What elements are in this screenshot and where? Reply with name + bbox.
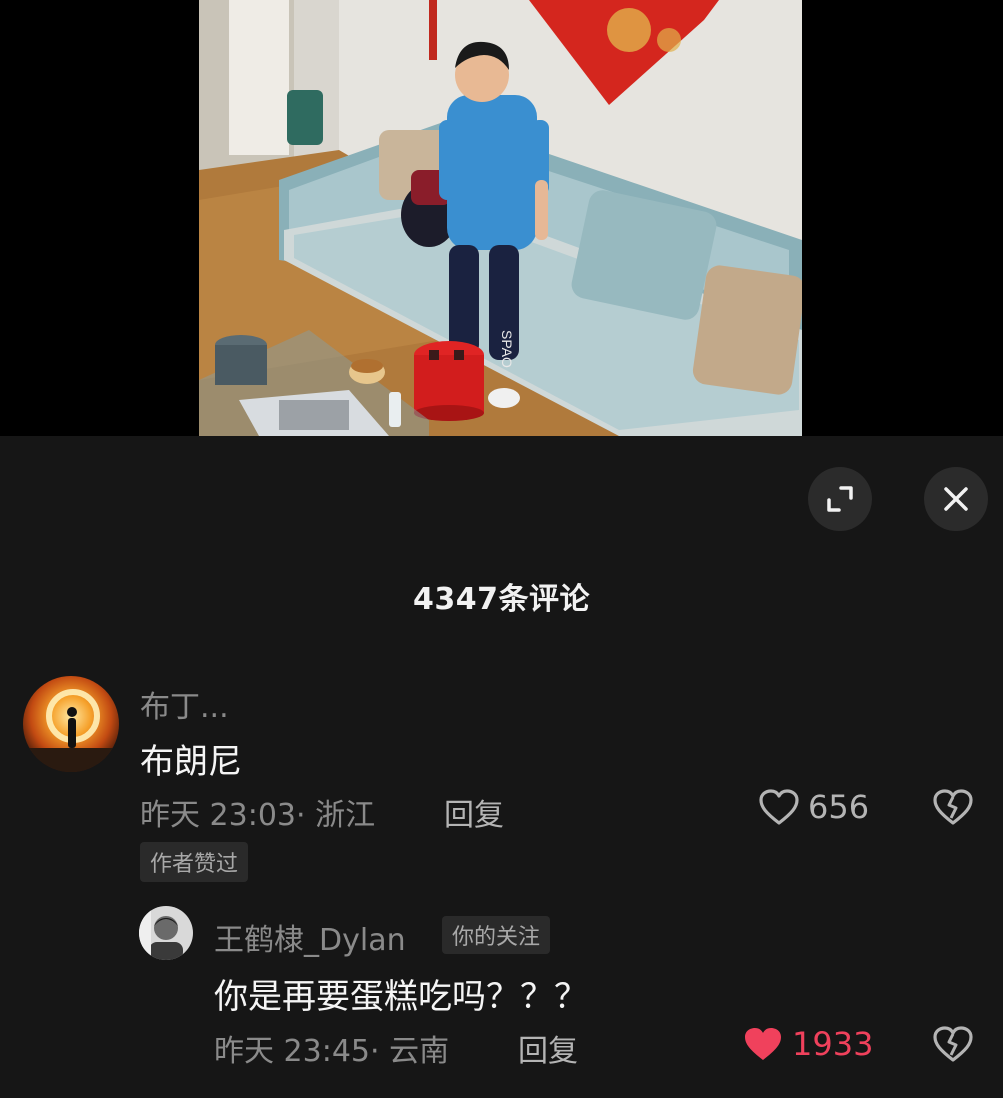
following-badge: 你的关注 — [442, 916, 551, 954]
heart-outline-icon — [759, 789, 799, 825]
comment-username[interactable]: 布丁... — [140, 682, 229, 726]
expand-button[interactable] — [808, 467, 872, 531]
svg-text:SPAO: SPAO — [499, 330, 515, 368]
like-button[interactable]: 1933 — [742, 1025, 873, 1063]
author-liked-badge: 作者赞过 — [140, 842, 249, 882]
avatar[interactable] — [139, 906, 193, 960]
reply-text: 你是再要蛋糕吃吗？？？ — [214, 977, 588, 1017]
close-icon — [944, 487, 968, 511]
like-count: 1933 — [792, 1025, 874, 1063]
reply-button[interactable]: 回复 — [518, 1026, 578, 1070]
dislike-button[interactable] — [932, 1025, 974, 1067]
sunset-avatar-icon — [23, 676, 119, 772]
reply-button[interactable]: 回复 — [444, 790, 504, 834]
video-scene: SPAO — [199, 0, 802, 436]
heart-filled-icon — [745, 1028, 781, 1060]
portrait-avatar-icon — [139, 906, 193, 960]
like-button[interactable]: 656 — [758, 788, 869, 826]
comment-time-location: 昨天 23:03· 浙江 — [140, 798, 376, 833]
video-player[interactable]: SPAO — [0, 0, 1003, 436]
close-button[interactable] — [924, 467, 988, 531]
avatar[interactable] — [23, 676, 119, 772]
broken-heart-icon — [933, 789, 973, 825]
dislike-button[interactable] — [932, 788, 974, 830]
comment-count-title: 4347条评论 — [413, 582, 590, 617]
like-count: 656 — [808, 788, 870, 826]
comment-panel: 4347条评论 布丁... 布朗尼 昨天 23:03· 浙江 回复 656 作者… — [0, 436, 1003, 1098]
expand-icon — [827, 486, 853, 512]
reply-time-location: 昨天 23:45· 云南 — [214, 1034, 450, 1069]
video-frame[interactable]: SPAO — [199, 0, 802, 436]
reply-username[interactable]: 王鹤棣_Dylan — [214, 915, 406, 959]
broken-heart-icon — [933, 1026, 973, 1062]
comment-text: 布朗尼 — [140, 742, 242, 782]
